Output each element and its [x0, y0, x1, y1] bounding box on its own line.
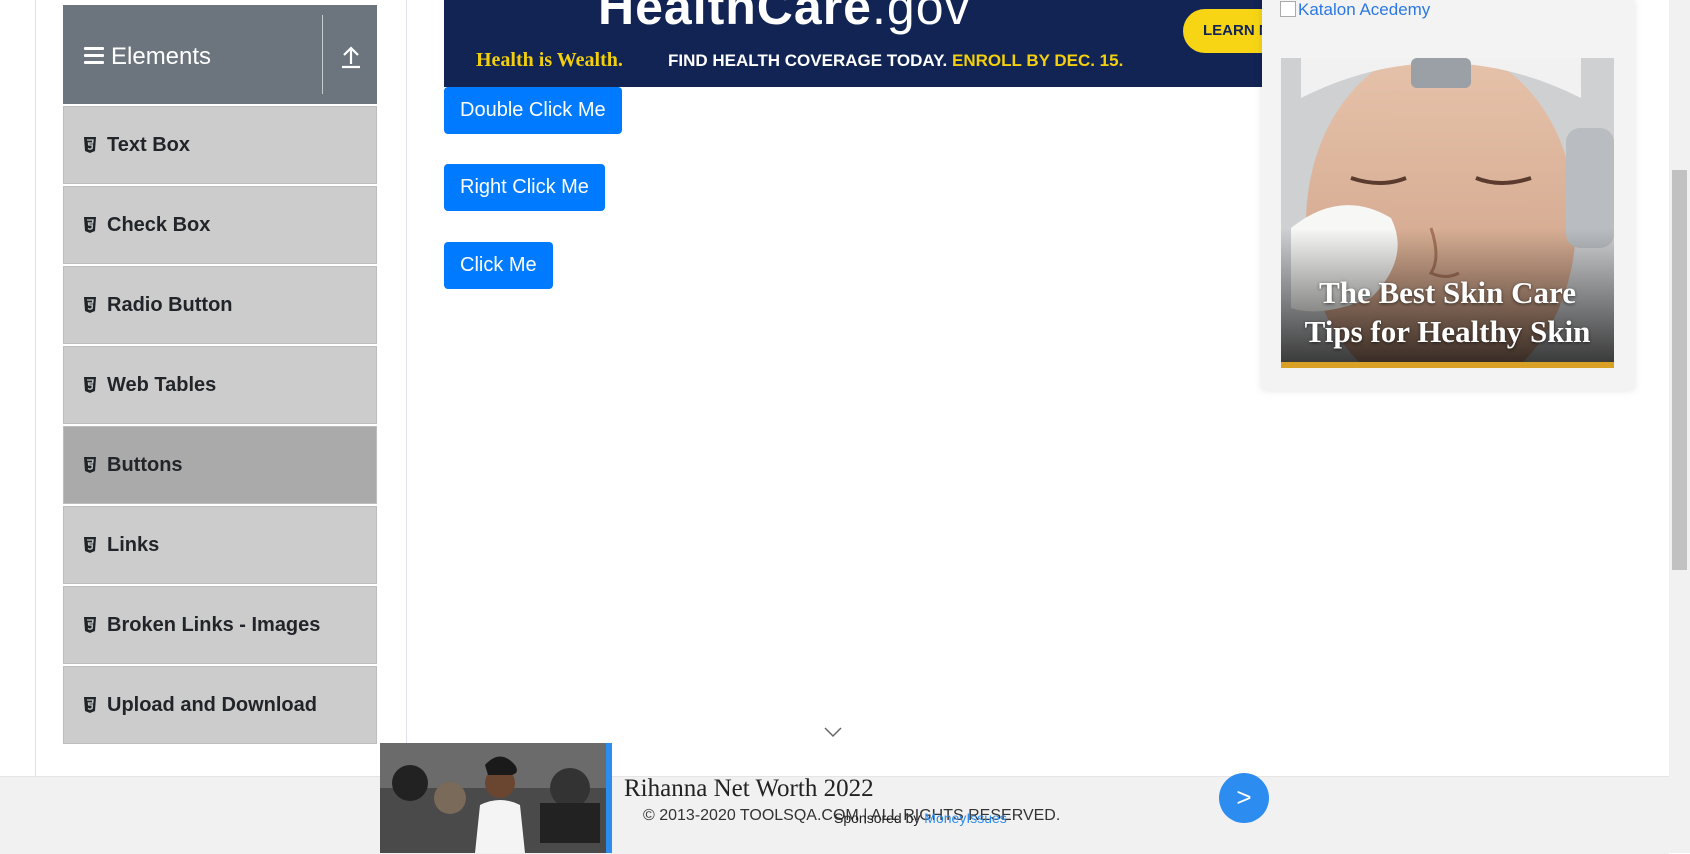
- sidebar-item-check-box[interactable]: Check Box: [63, 186, 377, 264]
- page-left-border: [35, 0, 36, 776]
- sidebar-item-label: Links: [107, 533, 160, 556]
- right-ad-panel: Katalon Acedemy The Best Skin Care Tips …: [1262, 0, 1634, 390]
- ad-sponsor: Sponsored by MoneyIssues: [834, 810, 1007, 826]
- banner-tagline: Health is Wealth.: [476, 49, 623, 71]
- ad-accent-bar: [606, 743, 612, 853]
- html5-icon: [84, 617, 96, 633]
- html5-icon: [84, 217, 96, 233]
- sidebar-menu: Text Box Check Box Radio Button Web Tables B…: [63, 106, 377, 744]
- sidebar: Elements Text Box Check Box Radio Button We…: [63, 5, 377, 776]
- banner-learn-more-button[interactable]: LEARN M: [1183, 9, 1262, 53]
- right-click-button[interactable]: Right Click Me: [444, 164, 605, 211]
- sponsor-link[interactable]: MoneyIssues: [924, 810, 1006, 826]
- sidebar-item-links[interactable]: Links: [63, 506, 377, 584]
- sidebar-item-broken-links-images[interactable]: Broken Links - Images: [63, 586, 377, 664]
- healthcare-banner-ad[interactable]: HealthCare.gov Health is Wealth. FIND HE…: [444, 0, 1262, 87]
- collapse-up-icon[interactable]: [333, 39, 369, 75]
- sidebar-item-label: Upload and Download: [107, 693, 317, 716]
- skin-care-ad-image[interactable]: The Best Skin Care Tips for Healthy Skin: [1281, 58, 1614, 368]
- html5-icon: [84, 377, 96, 393]
- page-scrollbar[interactable]: [1669, 0, 1690, 853]
- html5-icon: [84, 697, 96, 713]
- sidebar-item-web-tables[interactable]: Web Tables: [63, 346, 377, 424]
- scrollbar-thumb[interactable]: [1672, 170, 1687, 570]
- sidebar-item-label: Text Box: [107, 133, 190, 156]
- sidebar-item-radio-button[interactable]: Radio Button: [63, 266, 377, 344]
- group-title: Elements: [111, 43, 212, 70]
- sidebar-item-text-box[interactable]: Text Box: [63, 106, 377, 184]
- celebrity-photo: [380, 743, 606, 853]
- ad-caption: The Best Skin Care Tips for Healthy Skin: [1304, 275, 1591, 349]
- double-click-button[interactable]: Double Click Me: [444, 87, 622, 134]
- sidebar-item-upload-and-download[interactable]: Upload and Download: [63, 666, 377, 744]
- ad-next-button[interactable]: >: [1219, 773, 1269, 823]
- sidebar-item-label: Web Tables: [107, 373, 217, 396]
- sidebar-item-label: Buttons: [107, 453, 183, 476]
- sidebar-item-label: Check Box: [107, 213, 211, 236]
- chevron-down-icon[interactable]: [823, 726, 843, 738]
- banner-brand: HealthCare.gov: [598, 0, 971, 35]
- html5-icon: [84, 137, 96, 153]
- katalon-academy-link[interactable]: Katalon Acedemy: [1280, 0, 1430, 20]
- html5-icon: [84, 297, 96, 313]
- html5-icon: [84, 457, 96, 473]
- elements-group-header[interactable]: Elements: [63, 5, 377, 104]
- ad-headline[interactable]: Rihanna Net Worth 2022: [624, 775, 874, 803]
- sidebar-item-label: Radio Button: [107, 293, 233, 316]
- broken-image-icon: [1280, 1, 1296, 17]
- click-me-button[interactable]: Click Me: [444, 242, 553, 289]
- banner-message: FIND HEALTH COVERAGE TODAY. ENROLL BY DE…: [668, 51, 1124, 70]
- sidebar-item-buttons[interactable]: Buttons: [63, 426, 377, 504]
- header-divider: [322, 15, 323, 94]
- sidebar-item-label: Broken Links - Images: [107, 613, 321, 636]
- html5-icon: [84, 537, 96, 553]
- bottom-sticky-ad[interactable]: Rihanna Net Worth 2022 Sponsored by Mone…: [380, 743, 1270, 853]
- sidebar-right-border: [406, 0, 407, 776]
- hamburger-icon: [84, 47, 104, 64]
